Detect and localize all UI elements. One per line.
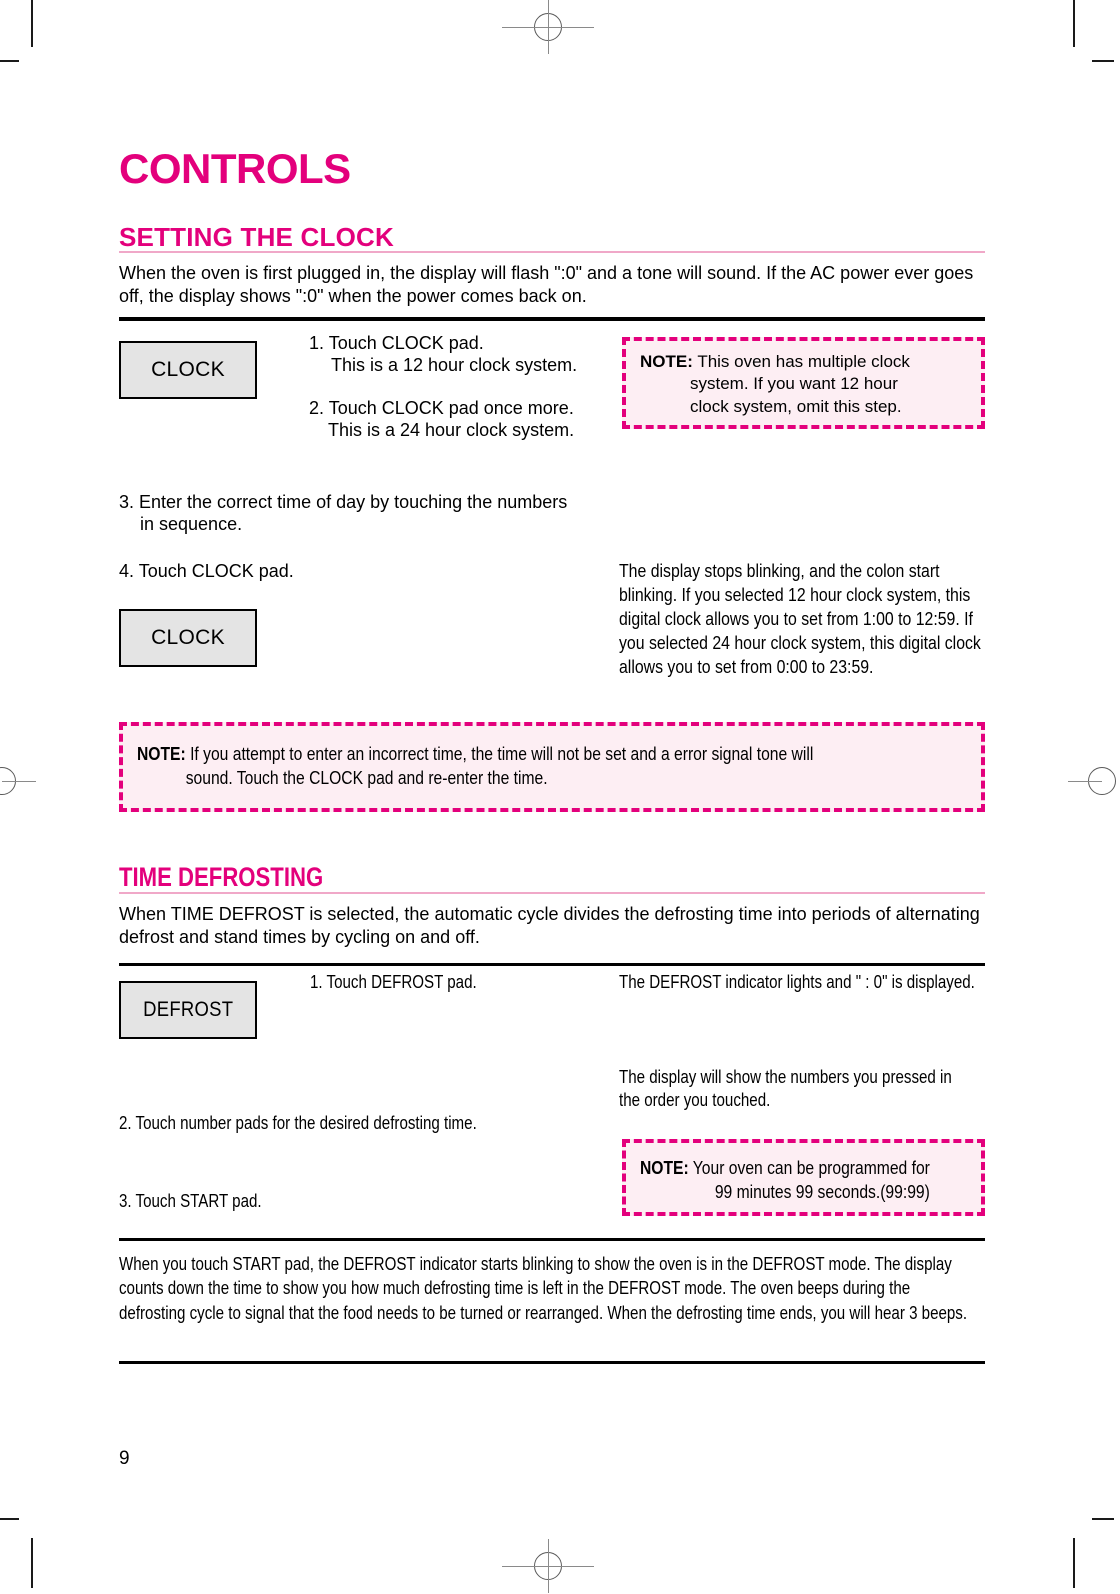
section-rule-pink-1 (119, 251, 985, 253)
step-3-detail-sequence: in sequence. (140, 514, 243, 534)
section-intro-defrost: When TIME DEFROST is selected, the autom… (119, 904, 980, 948)
note-line-1: This oven has multiple clock (697, 352, 910, 371)
page-number: 9 (119, 1448, 130, 1469)
defrost-closing-paragraph: When you touch START pad, the DEFROST in… (119, 1254, 968, 1323)
step-2-detail-24-hour: This is a 24 hour clock system. (328, 420, 575, 440)
section-intro-clock: When the oven is first plugged in, the d… (119, 263, 974, 307)
clock-result-description: The display stops blinking, and the colo… (619, 561, 981, 677)
step-1-detail-12-hour: This is a 12 hour clock system. (331, 355, 578, 375)
step-2-touch-clock-again: 2. Touch CLOCK pad once more. (309, 398, 574, 418)
crop-mark-bottom-right-vertical (1073, 1538, 1075, 1588)
note-label: NOTE: (640, 1158, 689, 1178)
note-line-2: sound. Touch the CLOCK pad and re-enter … (185, 767, 548, 788)
note-line-2: system. If you want 12 hour (690, 374, 898, 394)
defrost-step-2: 2. Touch number pads for the desired def… (119, 1113, 477, 1133)
pad-button-clock-2[interactable]: CLOCK (119, 609, 257, 667)
note-box-incorrect-time: NOTE: If you attempt to enter an incorre… (119, 722, 985, 812)
note-box-99-minutes: NOTE: Your oven can be programmed for 99… (622, 1139, 985, 1216)
step-3-enter-time: 3. Enter the correct time of day by touc… (119, 492, 568, 512)
pad-button-label: CLOCK (151, 358, 225, 381)
divider-rule-2 (119, 963, 985, 966)
step-4-touch-clock: 4. Touch CLOCK pad. (119, 561, 294, 581)
note-box-multiple-clock: NOTE: This oven has multiple clock syste… (622, 337, 985, 429)
crop-mark-top-left-vertical (31, 0, 33, 47)
pad-button-label: DEFROST (142, 998, 234, 1021)
section-heading-time-defrosting: TIME DEFROSTING (119, 862, 324, 892)
crop-mark-top-right-vertical (1073, 0, 1075, 47)
defrost-step-3: 3. Touch START pad. (119, 1191, 262, 1211)
divider-rule-1 (119, 317, 985, 321)
note-content: NOTE: If you attempt to enter an incorre… (137, 743, 969, 791)
page-title: CONTROLS (119, 145, 351, 192)
section-heading-setting-the-clock: SETTING THE CLOCK (119, 222, 394, 252)
step-1-touch-clock: 1. Touch CLOCK pad. (309, 333, 484, 353)
pad-button-clock-1[interactable]: CLOCK (119, 341, 257, 399)
divider-rule-4 (119, 1361, 985, 1364)
section-rule-pink-2 (119, 892, 985, 894)
pad-button-defrost[interactable]: DEFROST (119, 981, 257, 1039)
defrost-result-2: The display will show the numbers you pr… (619, 1067, 952, 1111)
defrost-result-1: The DEFROST indicator lights and " : 0" … (619, 972, 975, 992)
note-line-1: If you attempt to enter an incorrect tim… (190, 744, 814, 764)
note-content: NOTE: Your oven can be programmed for 99… (640, 1157, 969, 1205)
note-label: NOTE: (137, 744, 186, 764)
crop-mark-top-left-horizontal (0, 60, 19, 62)
crop-mark-bottom-left-horizontal (0, 1518, 19, 1520)
note-line-3: clock system, omit this step. (690, 396, 902, 416)
crop-mark-bottom-left-vertical (31, 1538, 33, 1588)
divider-rule-3 (119, 1238, 985, 1241)
manual-page: CONTROLS SETTING THE CLOCK When the oven… (0, 0, 1120, 1594)
defrost-step-1: 1. Touch DEFROST pad. (310, 972, 477, 992)
crop-mark-top-right-horizontal (1092, 60, 1114, 62)
note-label: NOTE: (640, 352, 693, 371)
note-line-2: 99 minutes 99 seconds.(99:99) (714, 1181, 930, 1202)
note-content: NOTE: This oven has multiple clock syste… (640, 351, 969, 418)
note-line-1: Your oven can be programmed for (692, 1158, 930, 1178)
crop-mark-bottom-right-horizontal (1092, 1518, 1114, 1520)
pad-button-label: CLOCK (151, 626, 225, 649)
